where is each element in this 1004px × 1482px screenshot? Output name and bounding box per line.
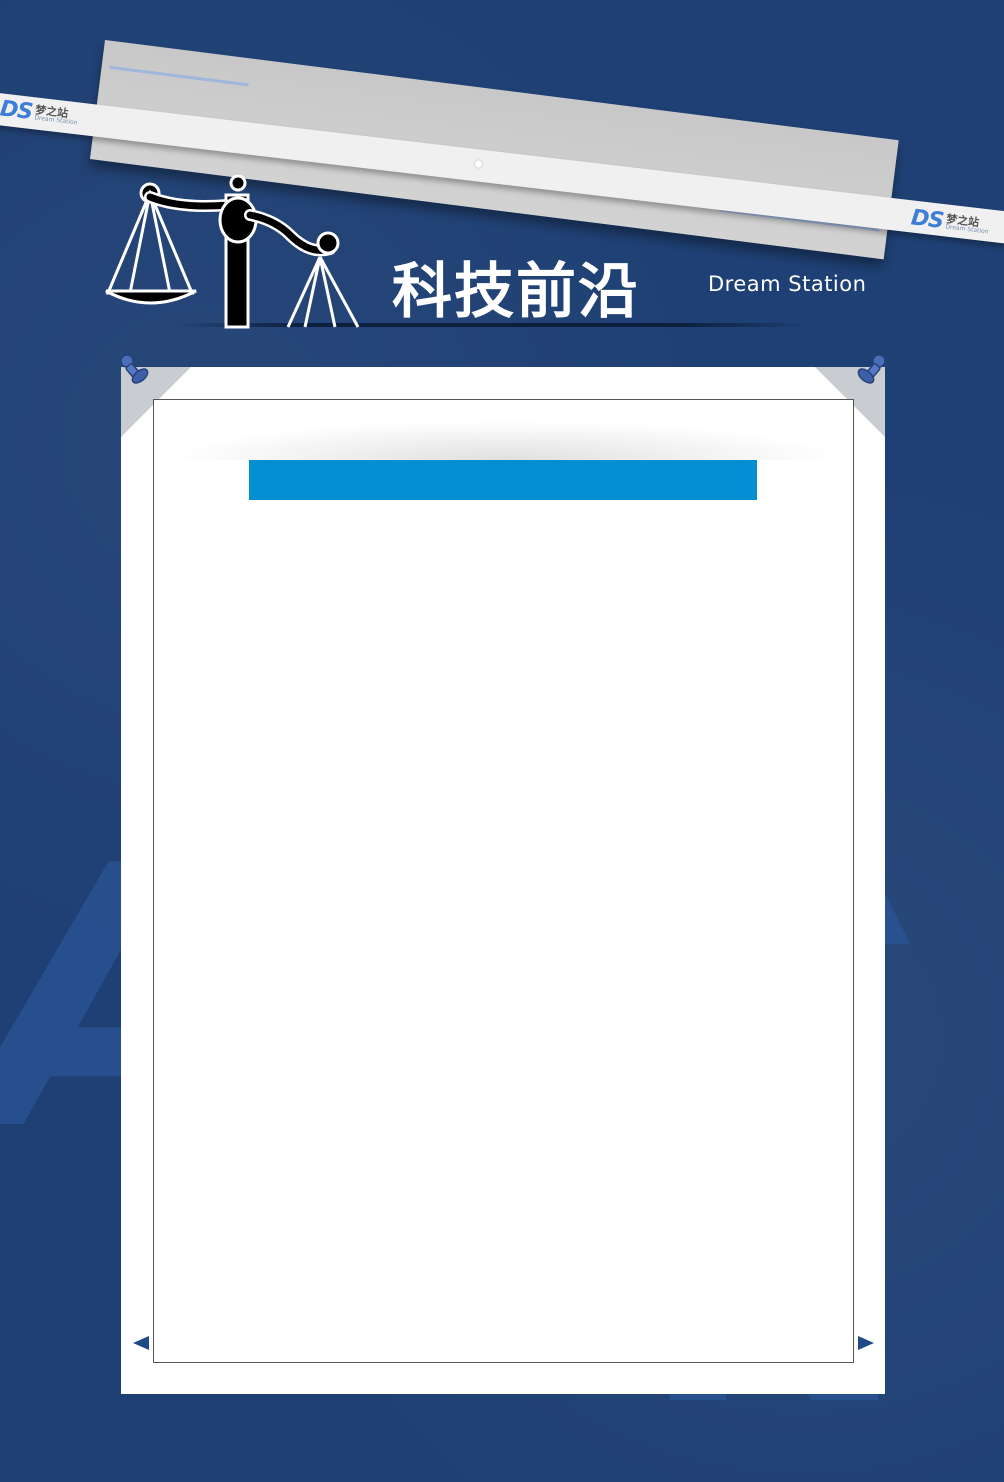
page-title: 科技前沿 [392, 257, 640, 327]
band-dot [474, 160, 483, 168]
scales-of-justice-icon [105, 175, 360, 329]
pushpin-icon [857, 354, 886, 384]
content-frame [153, 399, 854, 1363]
arrow-left-icon[interactable] [133, 1336, 149, 1350]
tape-line [109, 65, 249, 87]
banner-shadow [165, 420, 845, 460]
logo-mark: DS [909, 204, 945, 234]
arrow-right-icon[interactable] [858, 1336, 874, 1350]
content-banner [249, 460, 757, 500]
logo-text-group: 梦之站 Dream Station [34, 103, 79, 126]
logo-mark: DS [0, 95, 34, 125]
page-subtitle: Dream Station [708, 272, 867, 296]
brand-logo-left: DS 梦之站 Dream Station [0, 95, 80, 130]
logo-text-group: 梦之站 Dream Station [945, 212, 990, 235]
pushpin-icon [120, 354, 149, 384]
